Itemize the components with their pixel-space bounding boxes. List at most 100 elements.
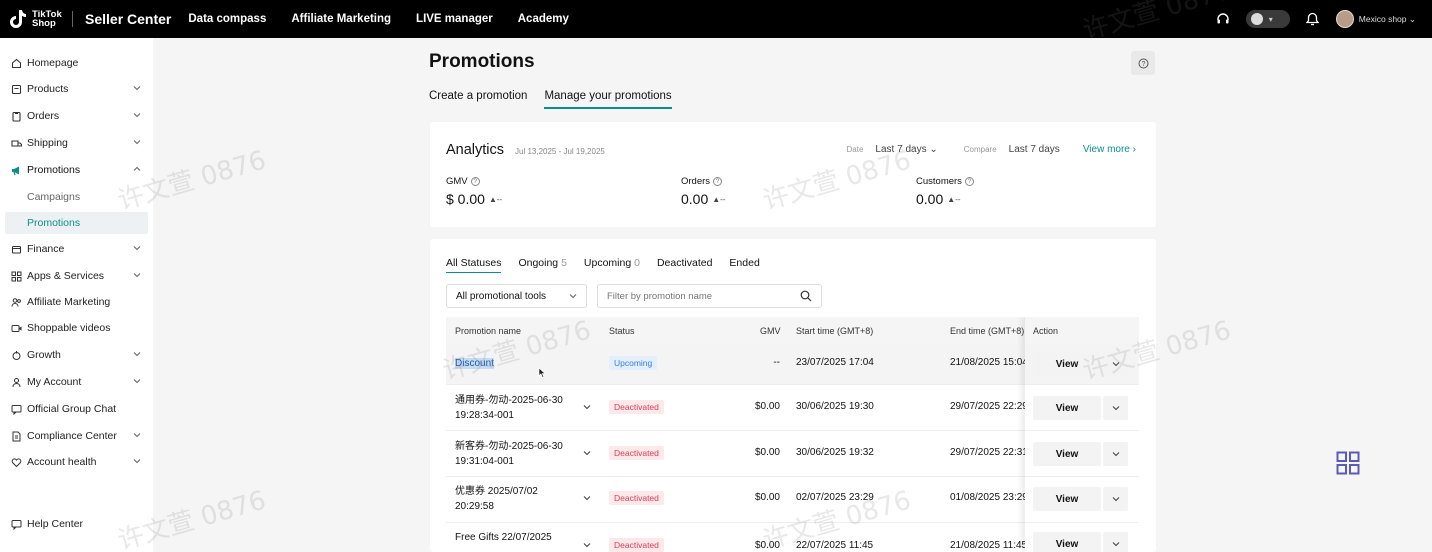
- metric-orders: Orders? 0.00 ▲--: [681, 176, 726, 207]
- sidebar-item-label: Official Group Chat: [27, 403, 117, 415]
- sidebar-item-apps-services[interactable]: Apps & Services: [0, 265, 153, 287]
- view-button[interactable]: View: [1033, 532, 1101, 552]
- chevron-down-icon[interactable]: [583, 403, 591, 414]
- tab-label: All Statuses: [446, 257, 502, 269]
- tab-create-promotion[interactable]: Create a promotion: [429, 90, 527, 109]
- promotion-name[interactable]: 通用券-勿动-2025-06-30 19:28:34-001: [455, 393, 585, 423]
- brand-title[interactable]: Seller Center: [85, 11, 171, 27]
- promotion-name[interactable]: 新客券-勿动-2025-06-30 19:31:04-001: [455, 439, 585, 469]
- promotion-name[interactable]: 优惠券 2025/07/02 20:29:58: [455, 484, 565, 514]
- avatar[interactable]: [1335, 10, 1354, 28]
- message-toggle[interactable]: ▾: [1245, 10, 1290, 28]
- view-button[interactable]: View: [1033, 487, 1101, 511]
- sidebar-item-products[interactable]: Products: [0, 78, 153, 100]
- tab-all-statuses[interactable]: All Statuses: [446, 257, 502, 273]
- box-icon: [10, 83, 22, 95]
- sidebar-item-help-center[interactable]: Help Center: [0, 513, 153, 535]
- bell-icon[interactable]: [1304, 10, 1322, 28]
- sidebar-item-homepage[interactable]: Homepage: [0, 52, 153, 74]
- sidebar-item-compliance-center[interactable]: Compliance Center: [0, 425, 153, 447]
- help-button[interactable]: ?: [1131, 51, 1155, 75]
- tab-deactivated[interactable]: Deactivated: [657, 257, 712, 273]
- info-icon[interactable]: ?: [964, 177, 974, 186]
- tab-ended[interactable]: Ended: [729, 257, 759, 273]
- sidebar-item-shipping[interactable]: Shipping: [0, 132, 153, 154]
- sidebar-item-label: Compliance Center: [27, 430, 117, 442]
- sidebar-item-label: Products: [27, 83, 69, 95]
- tab-ongoing[interactable]: Ongoing 5: [518, 257, 566, 273]
- sidebar-item-account-health[interactable]: Account health: [0, 451, 153, 473]
- message-bubble-icon: [1250, 13, 1263, 25]
- start-time: 30/06/2025 19:30: [796, 401, 874, 412]
- truck-icon: [10, 137, 22, 149]
- tiktok-shop-logo[interactable]: TikTok Shop: [10, 9, 66, 29]
- view-more-link[interactable]: View more ›: [1083, 144, 1136, 155]
- nav-data-compass[interactable]: Data compass: [188, 13, 266, 25]
- sidebar-item-official-group-chat[interactable]: Official Group Chat: [0, 398, 153, 420]
- start-time: 02/07/2025 23:29: [796, 492, 874, 503]
- sidebar-item-growth[interactable]: Growth: [0, 344, 153, 366]
- gmv-value: $0.00: [754, 540, 780, 551]
- more-actions-chevron-icon[interactable]: [1103, 396, 1128, 420]
- chevron-down-icon[interactable]: [583, 449, 591, 460]
- logo-text: TikTok Shop: [32, 9, 62, 29]
- chevron-up-icon: [133, 164, 141, 176]
- nav-academy[interactable]: Academy: [518, 13, 569, 25]
- sidebar-item-label: My Account: [27, 376, 82, 388]
- headset-icon[interactable]: [1214, 10, 1232, 28]
- chevron-down-icon[interactable]: [583, 494, 591, 505]
- sidebar-item-label: Homepage: [27, 57, 79, 69]
- sidebar-item-promotions-sub[interactable]: Promotions: [5, 212, 148, 234]
- shop-name[interactable]: Mexico shop: [1359, 14, 1407, 24]
- nav-live-manager[interactable]: LIVE manager: [416, 13, 493, 25]
- question-icon: ?: [1138, 58, 1148, 68]
- more-actions-chevron-icon[interactable]: [1103, 442, 1128, 466]
- sidebar-item-finance[interactable]: Finance: [0, 238, 153, 260]
- status-tabs: All Statuses Ongoing 5 Upcoming 0 Deacti…: [446, 257, 777, 273]
- info-icon[interactable]: ?: [713, 177, 723, 186]
- start-time: 22/07/2025 11:45: [796, 540, 874, 551]
- view-button[interactable]: View: [1033, 442, 1101, 466]
- sidebar-item-label: Account health: [27, 456, 97, 468]
- info-icon[interactable]: ?: [470, 177, 480, 186]
- sidebar-item-orders[interactable]: Orders: [0, 105, 153, 127]
- sidebar-item-label: Shoppable videos: [27, 322, 111, 334]
- view-button[interactable]: View: [1033, 352, 1101, 376]
- chevron-right-icon: ›: [1132, 144, 1136, 155]
- promotion-name[interactable]: Discount: [455, 356, 585, 371]
- metric-label: Customers: [916, 176, 962, 187]
- analytics-title: Analytics: [446, 142, 505, 158]
- more-actions-chevron-icon[interactable]: [1103, 352, 1128, 376]
- metric-trend: ▲--: [488, 194, 503, 204]
- sidebar-item-campaigns[interactable]: Campaigns: [0, 186, 153, 208]
- video-icon: [10, 322, 22, 334]
- status-badge: Deactivated: [609, 400, 664, 414]
- metric-label: Orders: [681, 176, 711, 187]
- sidebar-item-promotions[interactable]: Promotions: [0, 159, 153, 181]
- megaphone-icon: [10, 164, 22, 176]
- sidebar-item-my-account[interactable]: My Account: [0, 371, 153, 393]
- tab-manage-promotions[interactable]: Manage your promotions: [544, 90, 672, 109]
- metric-label: GMV: [446, 176, 468, 187]
- end-time: 29/07/2025 22:29: [950, 401, 1025, 412]
- more-actions-chevron-icon[interactable]: [1103, 532, 1128, 552]
- chevron-down-icon: ▾: [1268, 14, 1273, 24]
- nav-affiliate-marketing[interactable]: Affiliate Marketing: [291, 13, 391, 25]
- more-actions-chevron-icon[interactable]: [1103, 487, 1128, 511]
- grid-icon[interactable]: [1336, 451, 1360, 478]
- status-badge: Deactivated: [609, 446, 664, 460]
- search-input[interactable]: [597, 284, 822, 308]
- promotion-name[interactable]: Free Gifts 22/07/2025: [455, 530, 585, 545]
- sidebar-item-shoppable-videos[interactable]: Shoppable videos: [0, 317, 153, 339]
- chevron-down-icon[interactable]: [583, 541, 591, 552]
- row-actions: View: [1033, 396, 1128, 420]
- tab-upcoming[interactable]: Upcoming 0: [584, 257, 640, 273]
- sidebar-item-affiliate-marketing[interactable]: Affiliate Marketing: [0, 291, 153, 313]
- date-select[interactable]: Last 7 days ⌄: [875, 144, 937, 155]
- search-icon[interactable]: [800, 290, 812, 305]
- view-button[interactable]: View: [1033, 396, 1101, 420]
- row-actions: View: [1033, 487, 1128, 511]
- promotional-tools-select[interactable]: All promotional tools: [446, 284, 587, 308]
- compare-select[interactable]: Last 7 days: [1009, 144, 1060, 155]
- gmv-value: $0.00: [754, 492, 780, 503]
